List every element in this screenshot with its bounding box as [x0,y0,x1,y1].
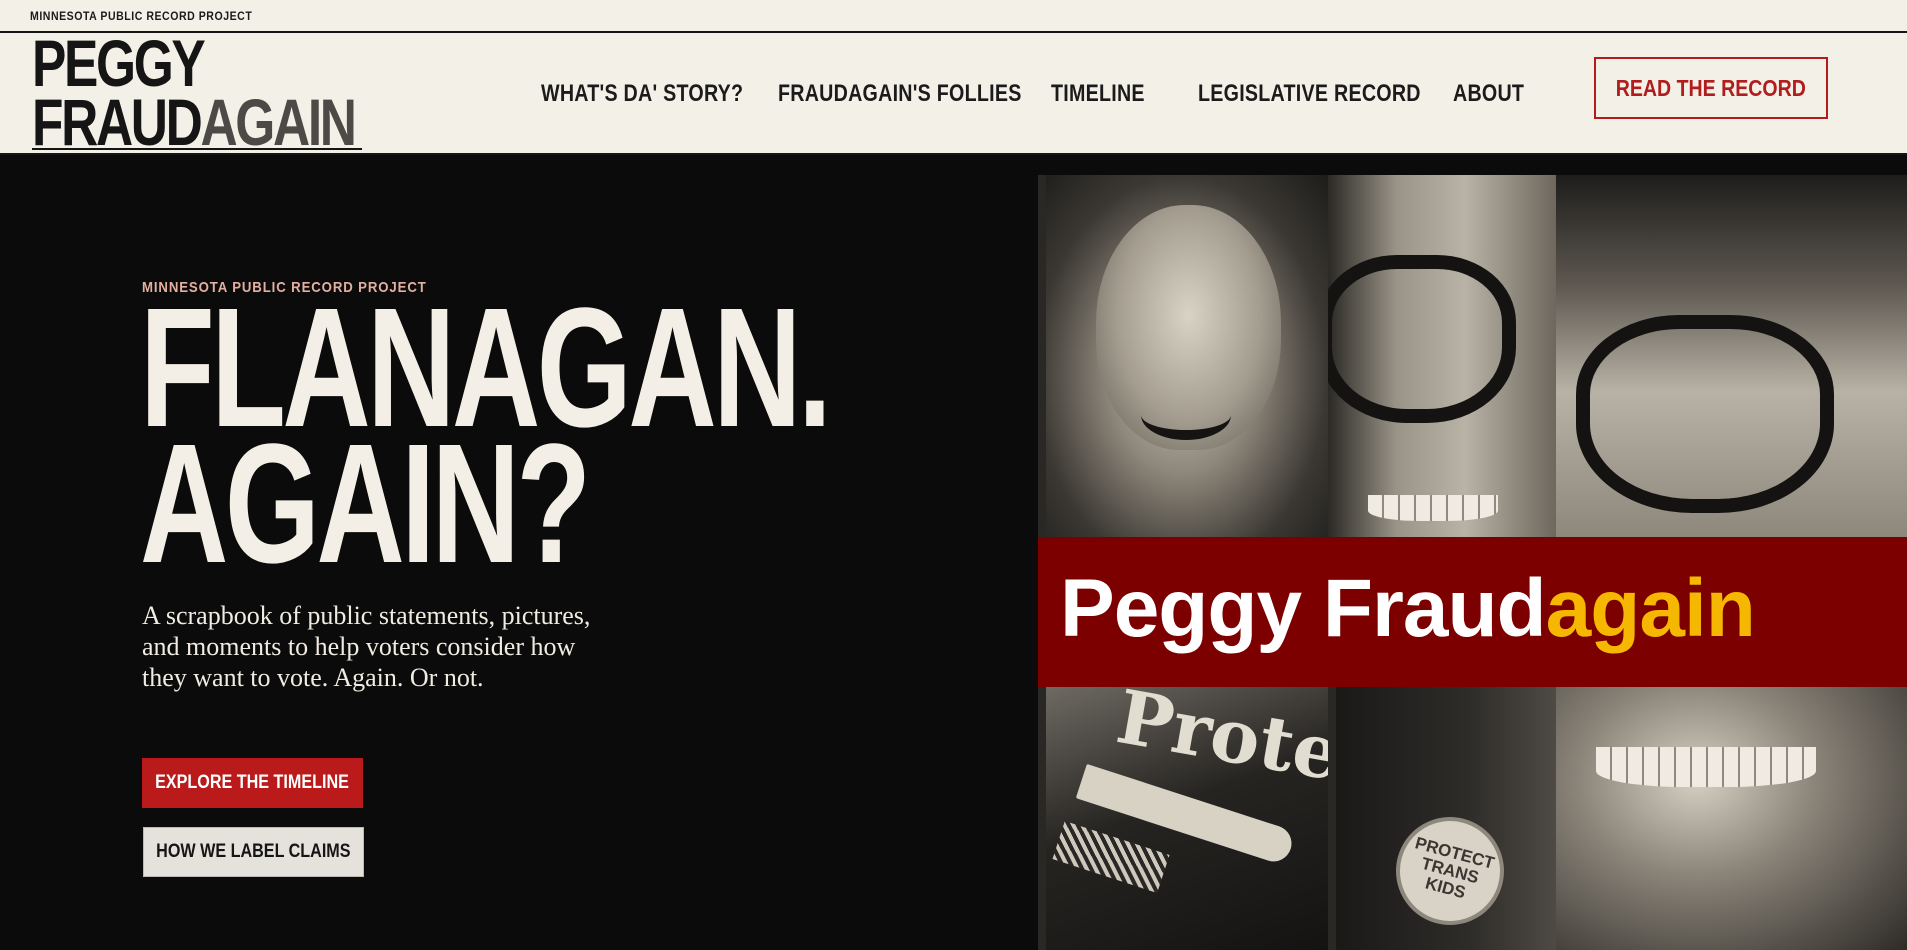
collage-banner: Peggy Fraudagain [1038,537,1907,687]
hero-collage-image: Protec PROTECT TRANS KIDS Peggy Fraudaga… [1038,175,1907,950]
explore-timeline-label: EXPLORE THE TIMELINE [155,772,350,793]
collage-photo-shirt: Protec [1046,687,1328,950]
protect-trans-kids-badge: PROTECT TRANS KIDS [1383,804,1517,938]
smile-shape [1141,390,1231,440]
nav-fraudagains-follies[interactable]: FRAUDAGAIN'S FOLLIES [778,80,1022,108]
read-the-record-button[interactable]: READ THE RECORD [1594,57,1828,119]
hero-headline: FLANAGAN. AGAIN? [140,283,832,589]
collage-photo-laughing-man [1046,175,1328,537]
nav-timeline[interactable]: TIMELINE [1051,80,1145,108]
collage-photo-glasses-left [1328,175,1556,537]
glasses-shape [1328,255,1516,423]
site-tagline: MINNESOTA PUBLIC RECORD PROJECT [30,9,253,23]
banner-title-yellow: again [1545,563,1756,654]
teeth-shape-large [1596,747,1816,787]
read-the-record-label: READ THE RECORD [1615,74,1807,101]
collage-photo-glasses-right [1556,175,1907,537]
how-we-label-claims-button[interactable]: HOW WE LABEL CLAIMS [143,827,364,877]
glasses-shape-large [1576,315,1834,513]
logo-underline [32,148,362,150]
banner-title-white: Peggy Fraud [1060,563,1547,654]
site-logo[interactable]: PEGGY FRAUDAGAIN [32,30,446,156]
hero-description: A scrapbook of public statements, pictur… [142,601,591,692]
explore-timeline-button[interactable]: EXPLORE THE TIMELINE [142,758,363,808]
how-we-label-claims-label: HOW WE LABEL CLAIMS [156,841,351,862]
collage-photo-badge: PROTECT TRANS KIDS [1336,687,1556,950]
hero-top-band [0,155,1907,175]
teeth-shape [1368,495,1498,521]
knife-handle-graphic [1052,820,1170,894]
nav-about[interactable]: ABOUT [1453,80,1524,108]
logo-line-2: FRAUDAGAIN [32,89,357,155]
collage-photo-mouth [1556,687,1907,950]
nav-legislative-record[interactable]: LEGISLATIVE RECORD [1198,80,1421,108]
header-top-rule [0,31,1907,33]
nav-whats-da-story[interactable]: WHAT'S DA' STORY? [541,80,743,108]
banner-title: Peggy Fraudagain [1060,562,1756,656]
